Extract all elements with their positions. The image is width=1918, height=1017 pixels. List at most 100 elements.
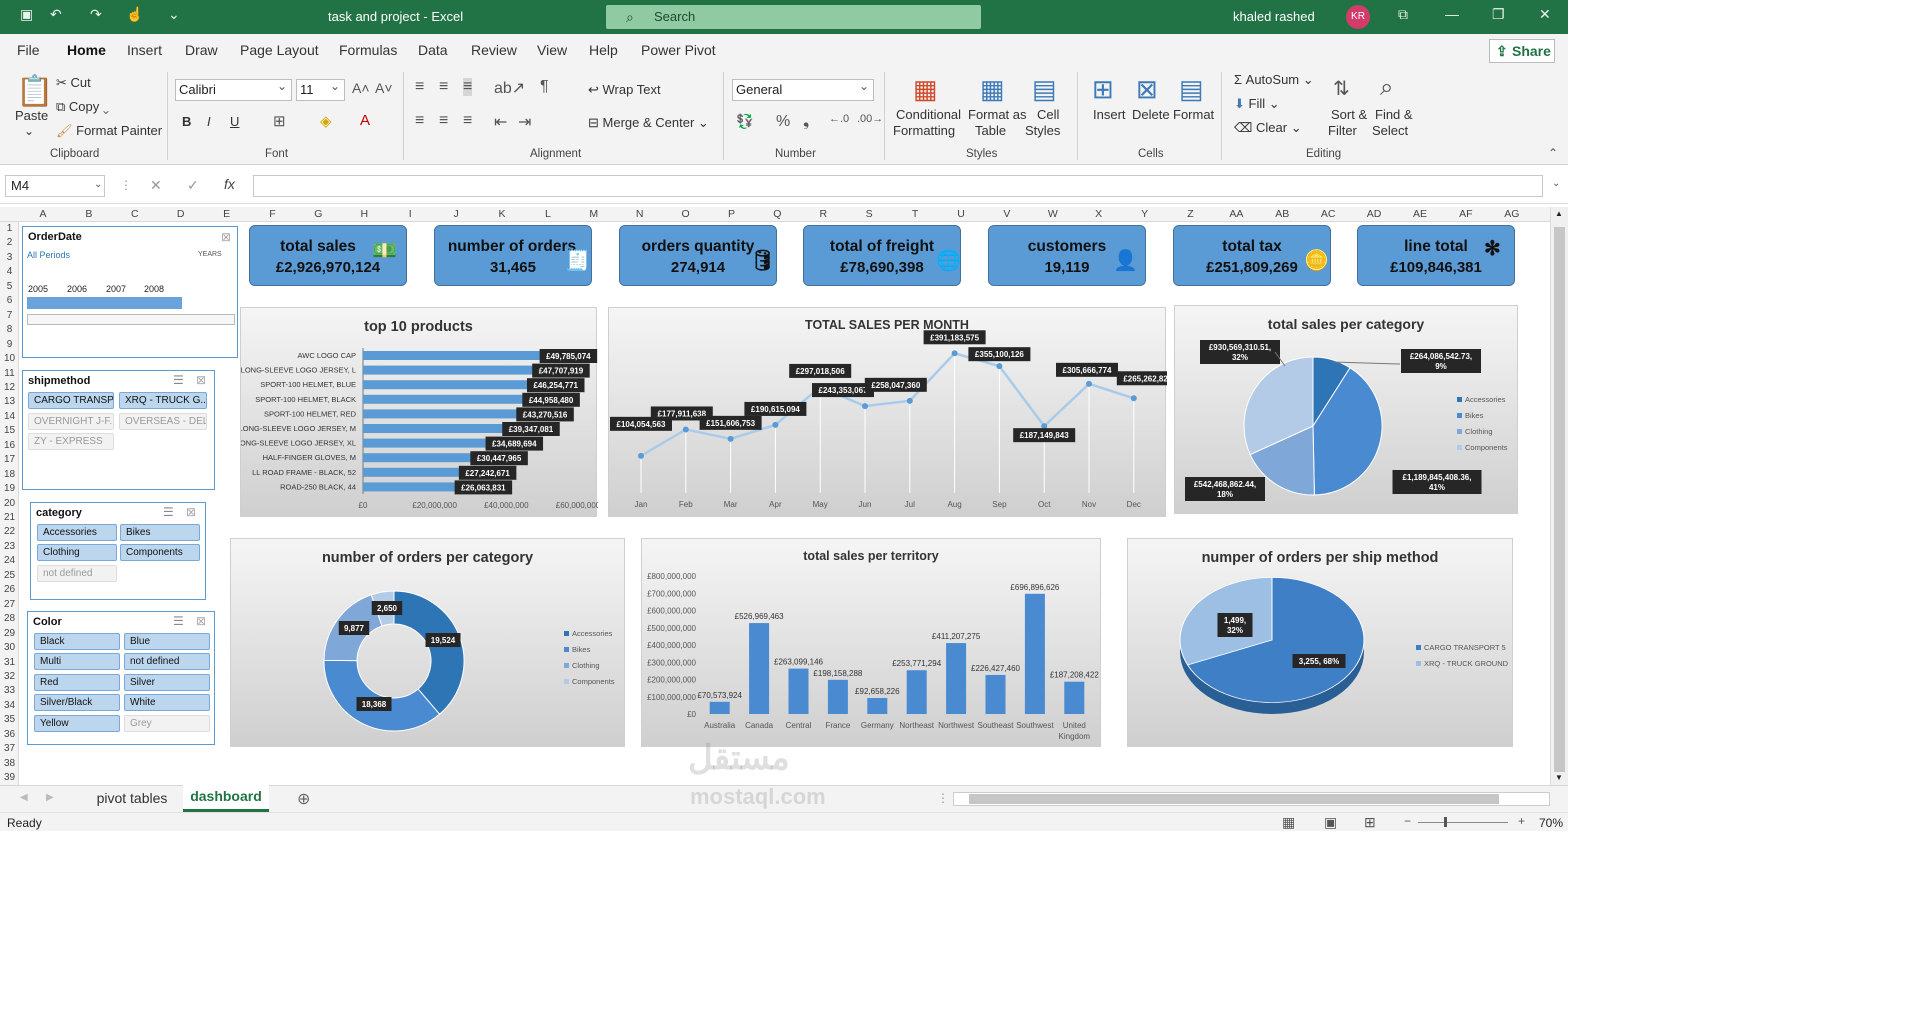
italic-button[interactable]: I [207,114,211,129]
multi-select-icon[interactable]: ☰ [173,614,184,628]
cut-button[interactable]: ✂ Cut [56,75,91,91]
redo-icon[interactable]: ↷ [90,6,102,23]
merge-center-button[interactable]: ⊟ Merge & Center ⌄ [588,115,709,131]
prev-sheet-icon[interactable]: ◀ [20,792,28,803]
accounting-icon[interactable]: 💱 [736,113,753,130]
column-header[interactable]: Z [1168,208,1214,220]
slicer-item[interactable]: Black [34,633,120,650]
row-header[interactable]: 19 [0,483,19,494]
tab-home[interactable]: Home [67,42,106,58]
row-header[interactable]: 15 [0,425,19,436]
row-header[interactable]: 16 [0,440,19,451]
text-direction-icon[interactable]: ¶ [540,78,549,96]
sort-filter-icon[interactable]: ⇅ [1333,76,1350,101]
scroll-up-icon[interactable]: ▲ [1555,209,1563,218]
format-painter-button[interactable]: 🖌 Format Painter [56,123,162,139]
row-header[interactable]: 10 [0,353,19,364]
column-header[interactable]: H [341,208,387,220]
align-center-icon[interactable]: ≡ [439,112,448,130]
share-button[interactable]: ⇪ Share [1489,39,1555,63]
name-box[interactable]: M4 [5,175,105,197]
row-header[interactable]: 6 [0,295,19,306]
name-box-dropdown-icon[interactable]: ⌄ [94,179,102,190]
column-header[interactable]: AD [1351,208,1397,220]
column-header[interactable]: P [709,208,755,220]
row-header[interactable]: 26 [0,584,19,595]
slicer-item[interactable]: CARGO TRANSP... [28,392,114,409]
paste-dropdown-icon[interactable]: ⌄ [24,124,34,138]
ribbon-display-icon[interactable]: ⧉ [1398,6,1408,23]
clear-button[interactable]: ⌫ Clear ⌄ [1234,120,1302,136]
column-header[interactable]: S [846,208,892,220]
slicer-item[interactable]: XRQ - TRUCK G... [119,392,207,409]
collapse-ribbon-icon[interactable]: ⌃ [1548,146,1558,160]
slicer-item[interactable]: Clothing [37,544,117,561]
increase-indent-icon[interactable]: ⇥ [518,112,531,132]
column-header[interactable]: C [112,208,158,220]
borders-icon[interactable]: ⊞ [273,112,286,130]
insert-function-icon[interactable]: fx [224,176,235,192]
column-header[interactable]: A [20,208,66,220]
align-middle-icon[interactable]: ≡ [439,78,448,96]
fill-color-icon[interactable]: ◈ [320,112,332,130]
touch-mode-icon[interactable]: ☝ [126,6,143,23]
customize-qat-icon[interactable]: ⌄ [168,6,180,23]
format-cells-icon[interactable]: ▤ [1179,74,1204,105]
undo-icon[interactable]: ↶ [50,6,62,23]
tab-help[interactable]: Help [589,42,618,58]
slicer-orderdate[interactable]: OrderDate ⊠ All Periods YEARS 2005 2006 … [22,226,238,358]
delete-cells-button[interactable]: Delete [1132,107,1170,122]
bold-button[interactable]: B [182,114,191,129]
tab-power-pivot[interactable]: Power Pivot [641,42,716,58]
row-header[interactable]: 12 [0,382,19,393]
column-header[interactable]: W [1030,208,1076,220]
row-header[interactable]: 1 [0,223,19,234]
close-icon[interactable]: ✕ [1539,6,1551,23]
normal-view-icon[interactable]: ▦ [1282,814,1295,831]
tab-insert[interactable]: Insert [127,42,162,58]
time-level-select[interactable]: YEARS [198,251,222,258]
align-left-icon[interactable]: ≡ [415,112,424,130]
chart-total-sales-per-month[interactable]: TOTAL SALES PER MONTH Jan Feb Mar Apr May Jun… [608,307,1167,517]
horizontal-scrollbar[interactable] [953,792,1550,806]
column-header[interactable]: AC [1305,208,1351,220]
find-select-icon[interactable]: ⌕ [1380,74,1393,102]
slicer-item[interactable]: OVERNIGHT J-F... [28,413,114,430]
slicer-item[interactable]: Bikes [120,524,200,541]
column-header[interactable]: B [66,208,112,220]
row-header[interactable]: 3 [0,252,19,263]
row-header[interactable]: 39 [0,772,19,783]
conditional-formatting-button[interactable]: Conditional [896,107,961,122]
scroll-thumb[interactable] [1554,227,1565,772]
row-header[interactable]: 35 [0,714,19,725]
slicer-item[interactable]: Silver/Black [34,694,120,711]
multi-select-icon[interactable]: ☰ [173,373,184,387]
column-header[interactable]: G [295,208,341,220]
row-header[interactable]: 5 [0,281,19,292]
column-header[interactable]: V [984,208,1030,220]
row-header[interactable]: 23 [0,541,19,552]
orientation-icon[interactable]: ab↗ [494,78,525,98]
copy-button[interactable]: ⧉ Copy ⌄ [56,99,109,115]
row-header[interactable]: 21 [0,512,19,523]
row-header[interactable]: 28 [0,613,19,624]
tab-formulas[interactable]: Formulas [339,42,397,58]
align-top-icon[interactable]: ≡ [415,78,424,96]
find-select-button[interactable]: Find & [1375,107,1413,122]
page-layout-view-icon[interactable]: ▣ [1324,814,1337,831]
zoom-slider-thumb[interactable] [1444,817,1447,827]
slicer-item[interactable]: Components [120,544,200,561]
percent-icon[interactable]: % [776,113,790,131]
slicer-item[interactable]: Silver [124,674,210,691]
row-header[interactable]: 37 [0,743,19,754]
conditional-formatting-icon[interactable]: ▦ [913,74,938,105]
row-header[interactable]: 22 [0,526,19,537]
clear-filter-icon[interactable]: ⊠ [196,614,206,628]
chart-orders-per-category[interactable]: number of orders per category 19,524 18,3… [230,538,625,747]
row-header[interactable]: 36 [0,729,19,740]
comma-icon[interactable]: ❟ [803,113,809,131]
column-header[interactable]: N [617,208,663,220]
slicer-category[interactable]: category ☰ ⊠ Accessories Bikes Clothing … [30,502,206,600]
formula-input[interactable] [253,175,1543,197]
align-bottom-icon[interactable]: ≡ [463,78,473,96]
